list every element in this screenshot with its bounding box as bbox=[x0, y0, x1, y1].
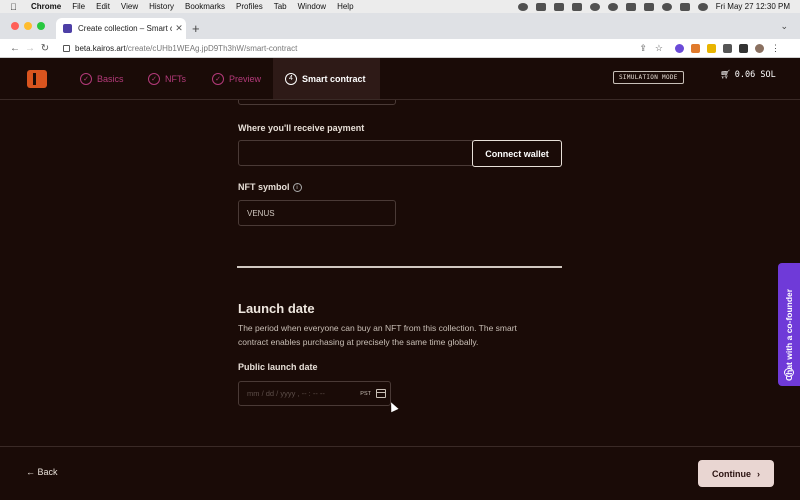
apple-icon[interactable]:  bbox=[10, 2, 20, 12]
date-placeholder: mm / dd / yyyy , -- : -- -- bbox=[247, 389, 325, 398]
share-icon[interactable]: ⇪ bbox=[639, 43, 647, 54]
chat-cofounder-tab[interactable]: Chat with a co-founder bbox=[778, 263, 800, 386]
footer-divider bbox=[0, 446, 800, 447]
chevron-right-icon: › bbox=[757, 468, 760, 479]
menu-edit[interactable]: Edit bbox=[96, 2, 110, 11]
check-circle-icon: ✓ bbox=[148, 72, 160, 85]
status-circle-icon[interactable] bbox=[607, 2, 618, 11]
forward-arrow-icon[interactable]: → bbox=[24, 43, 36, 54]
chat-bubble-icon bbox=[784, 368, 794, 377]
cart-button[interactable]: 🛒︎ 0.06 SOL bbox=[720, 70, 776, 80]
section-divider bbox=[237, 266, 562, 268]
tab-title: Create collection – Smart cont bbox=[78, 24, 172, 33]
extension-icon-3[interactable] bbox=[707, 43, 716, 53]
url-path: /create/cUHb1WEAg.jpD9Th3hW/smart-contra… bbox=[125, 43, 298, 53]
menu-history[interactable]: History bbox=[149, 2, 174, 11]
menu-view[interactable]: View bbox=[121, 2, 138, 11]
menu-profiles[interactable]: Profiles bbox=[236, 2, 263, 11]
step-nfts[interactable]: ✓ NFTs bbox=[148, 58, 186, 99]
wifi-icon[interactable] bbox=[661, 2, 672, 11]
kairos-logo[interactable] bbox=[27, 70, 47, 88]
simulation-mode-badge: SIMULATION MODE bbox=[613, 71, 684, 84]
new-tab-icon[interactable]: + bbox=[192, 21, 200, 36]
launch-date-heading: Launch date bbox=[238, 301, 315, 316]
mac-menu-bar:  Chrome File Edit View History Bookmark… bbox=[0, 0, 800, 13]
url-domain: beta.kairos.art bbox=[75, 43, 126, 53]
step-label: NFTs bbox=[165, 73, 186, 84]
reload-icon[interactable]: ↻ bbox=[39, 43, 51, 54]
siri-icon[interactable] bbox=[697, 2, 708, 11]
address-bar[interactable]: beta.kairos.art /create/cUHb1WEAg.jpD9Th… bbox=[59, 41, 669, 56]
extensions-area: ⋮ bbox=[675, 43, 780, 54]
continue-button[interactable]: Continue › bbox=[698, 460, 774, 487]
payment-address-input[interactable] bbox=[238, 140, 473, 166]
minimize-window-button[interactable] bbox=[24, 22, 32, 30]
public-launch-label: Public launch date bbox=[238, 362, 318, 372]
info-icon[interactable]: i bbox=[292, 183, 302, 193]
status-record-icon[interactable] bbox=[517, 2, 528, 11]
step-preview[interactable]: ✓ Preview bbox=[212, 58, 261, 99]
cart-amount: 0.06 SOL bbox=[734, 70, 776, 80]
status-app-icon[interactable] bbox=[535, 2, 546, 11]
payment-label: Where you'll receive payment bbox=[238, 123, 365, 133]
tab-search-chevron-icon[interactable]: ⌄ bbox=[780, 21, 788, 32]
menu-bookmarks[interactable]: Bookmarks bbox=[185, 2, 225, 11]
calendar-icon[interactable] bbox=[376, 389, 386, 398]
app-header: ✓ Basics ✓ NFTs ✓ Preview 4 Smart contra… bbox=[0, 58, 800, 99]
menu-window[interactable]: Window bbox=[298, 2, 326, 11]
menu-help[interactable]: Help bbox=[337, 2, 353, 11]
profile-avatar[interactable] bbox=[755, 43, 764, 53]
nft-symbol-label-row: NFT symbol i bbox=[238, 182, 302, 193]
extension-icon-1[interactable] bbox=[675, 43, 684, 53]
bluetooth-icon[interactable] bbox=[625, 2, 636, 11]
continue-label: Continue bbox=[712, 468, 751, 479]
previous-field-input[interactable] bbox=[238, 100, 396, 105]
more-menu-icon[interactable]: ⋮ bbox=[771, 43, 780, 54]
check-circle-icon: ✓ bbox=[212, 72, 224, 85]
browser-tab-strip: Create collection – Smart cont ✕ + ⌄ bbox=[0, 13, 800, 39]
step-basics[interactable]: ✓ Basics bbox=[80, 58, 124, 99]
metamask-icon[interactable] bbox=[691, 43, 700, 53]
close-window-button[interactable] bbox=[11, 22, 19, 30]
back-arrow-icon: ← bbox=[26, 467, 35, 477]
kairos-favicon-icon bbox=[63, 24, 72, 33]
status-extension-icon[interactable] bbox=[571, 2, 582, 11]
cloud-icon[interactable] bbox=[589, 2, 600, 11]
puzzle-extensions-icon[interactable] bbox=[723, 43, 732, 53]
launch-date-description: The period when everyone can buy an NFT … bbox=[238, 323, 517, 347]
dropbox-icon[interactable] bbox=[553, 2, 564, 11]
cart-icon: 🛒︎ bbox=[720, 70, 731, 80]
bookmark-star-icon[interactable]: ☆ bbox=[655, 43, 663, 54]
battery-icon[interactable] bbox=[643, 2, 654, 11]
step-label: Preview bbox=[229, 73, 262, 84]
close-tab-icon[interactable]: ✕ bbox=[172, 23, 186, 34]
window-controls bbox=[11, 22, 45, 30]
connect-wallet-button[interactable]: Connect wallet bbox=[472, 140, 562, 167]
zoom-window-button[interactable] bbox=[37, 22, 45, 30]
control-center-icon[interactable] bbox=[679, 2, 690, 11]
menu-clock[interactable]: Fri May 27 12:30 PM bbox=[716, 2, 790, 11]
browser-toolbar: ← → ↻ beta.kairos.art /create/cUHb1WEAg.… bbox=[0, 39, 800, 58]
back-button[interactable]: ← Back bbox=[26, 467, 58, 477]
step-smart-contract[interactable]: 4 Smart contract bbox=[273, 58, 380, 99]
back-label: Back bbox=[37, 467, 58, 477]
lock-icon[interactable] bbox=[63, 44, 70, 52]
menu-file[interactable]: File bbox=[72, 2, 85, 11]
side-panel-icon[interactable] bbox=[739, 43, 748, 53]
step-number: 4 bbox=[285, 72, 297, 85]
nft-symbol-label: NFT symbol bbox=[238, 182, 290, 192]
mouse-cursor bbox=[387, 400, 399, 413]
step-label: Smart contract bbox=[302, 73, 366, 84]
public-launch-date-input[interactable]: mm / dd / yyyy , -- : -- -- PST bbox=[238, 381, 391, 406]
check-circle-icon: ✓ bbox=[80, 72, 92, 85]
nft-symbol-input[interactable]: VENUS bbox=[238, 200, 396, 226]
step-label: Basics bbox=[97, 73, 124, 84]
browser-tab-active[interactable]: Create collection – Smart cont ✕ bbox=[56, 18, 186, 39]
timezone-label: PST bbox=[360, 390, 371, 397]
back-arrow-icon[interactable]: ← bbox=[9, 43, 21, 54]
menu-app-name[interactable]: Chrome bbox=[31, 2, 61, 11]
menu-tab[interactable]: Tab bbox=[274, 2, 287, 11]
main-content: Where you'll receive payment Connect wal… bbox=[0, 100, 800, 446]
